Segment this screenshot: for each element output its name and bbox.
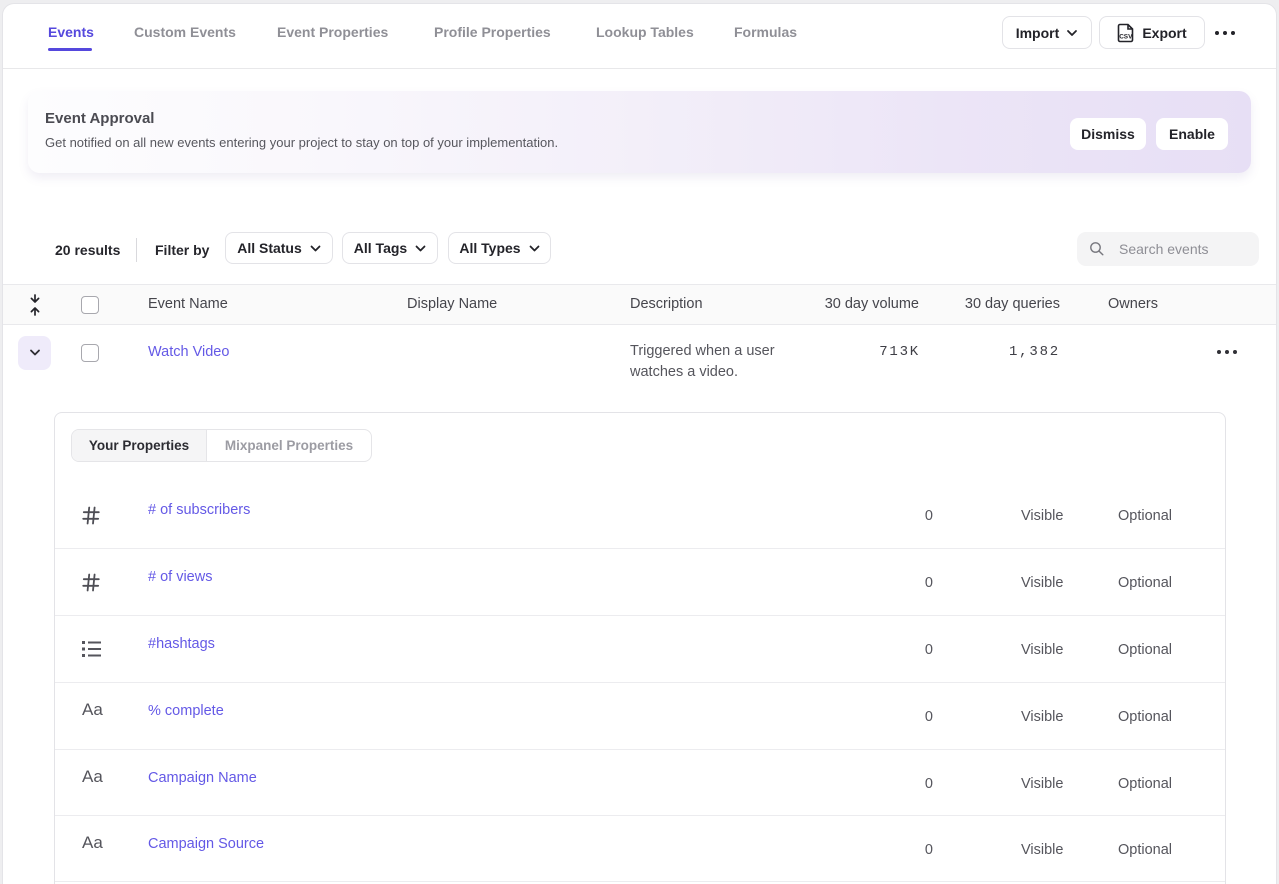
svg-text:CSV: CSV xyxy=(1120,33,1134,40)
